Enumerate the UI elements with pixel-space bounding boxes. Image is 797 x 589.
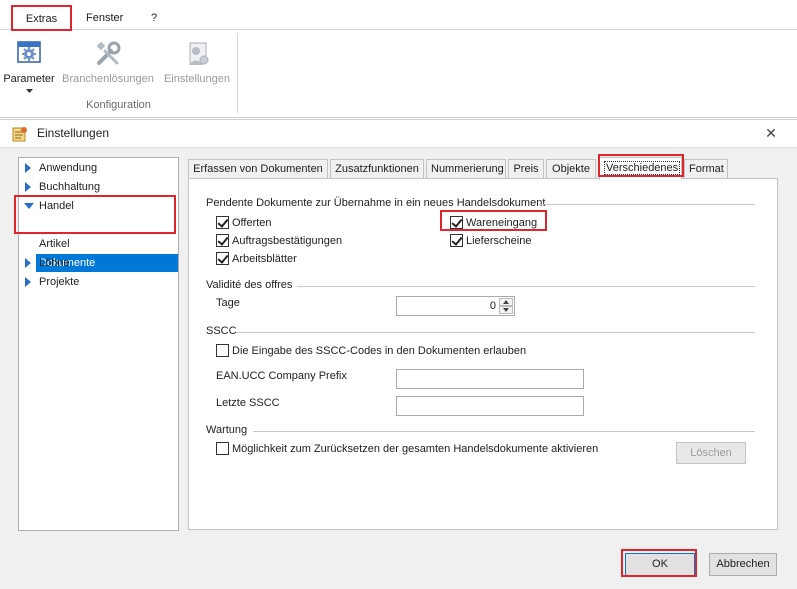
tab-zusatzfunktionen[interactable]: Zusatzfunktionen [330,159,424,179]
dialog-title: Einstellungen [37,126,110,140]
spin-up-icon[interactable] [499,298,513,306]
wartung-group-title: Wartung [206,424,248,436]
tree-item-projekte[interactable]: Projekte [19,273,178,291]
sscc-group-title: SSCC [206,325,237,337]
gear-window-icon [17,41,41,63]
pending-group-title: Pendente Dokumente zur Übernahme in ein … [206,197,546,209]
dialog-titlebar: Einstellungen ✕ [0,120,797,148]
tab-verschiedenes[interactable]: Verschiedenes [599,157,682,180]
tree-item-anwendung[interactable]: Anwendung [19,159,178,177]
prefix-input[interactable] [396,369,584,389]
ribbon: Parameter Branchenlösungen Einstellungen… [0,31,797,118]
tab-format[interactable]: Format [684,159,728,179]
tab-strip: Erfassen von Dokumenten Zusatzfunktionen… [188,157,778,180]
close-icon[interactable]: ✕ [762,124,780,142]
tab-erfassen[interactable]: Erfassen von Dokumenten [188,159,328,179]
tab-nummerierung[interactable]: Nummerierung [426,159,506,179]
last-sscc-input[interactable] [396,396,584,416]
tage-stepper[interactable]: 0 [396,296,515,316]
validity-group-title: Validité des offres [206,279,293,291]
chevron-down-icon [24,203,34,209]
last-sscc-label: Letzte SSCC [216,397,280,409]
menu-bar: Extras Fenster ? [0,0,797,30]
einstellungen-label: Einstellungen [163,73,231,85]
cancel-button[interactable]: Abbrechen [709,553,777,576]
loeschen-button[interactable]: Löschen [676,442,746,464]
settings-dialog: Einstellungen ✕ Anwendung Buchhaltung Ha… [0,119,797,589]
group-divider [539,204,755,205]
group-divider [297,286,755,287]
chevron-right-icon [25,182,31,192]
einstellungen-button[interactable]: Einstellungen [159,35,235,97]
branchenloesungen-button[interactable]: Branchenlösungen [58,35,158,97]
menu-extras[interactable]: Extras [12,6,71,30]
menu-help[interactable]: ? [143,6,165,30]
group-divider [253,431,755,432]
spin-down-icon[interactable] [499,306,513,314]
parameter-button[interactable]: Parameter [2,35,56,97]
tage-label: Tage [216,297,240,309]
menu-fenster[interactable]: Fenster [78,6,131,30]
chevron-right-icon [25,277,31,287]
branchenloesungen-label: Branchenlösungen [62,73,154,85]
tree-item-buchhaltung[interactable]: Buchhaltung [19,178,178,196]
settings-tree[interactable]: Anwendung Buchhaltung Handel Dokumente A… [18,157,179,531]
ok-button[interactable]: OK [625,553,695,576]
tab-panel-verschiedenes: Pendente Dokumente zur Übernahme in ein … [188,178,778,530]
group-label-konfiguration: Konfiguration [86,99,151,111]
settings-app-icon [12,127,27,142]
tree-item-loehne[interactable]: Löhne [19,254,178,272]
group-divider [236,332,755,333]
tree-item-artikel[interactable]: Artikel [39,235,159,253]
user-settings-icon [189,42,209,65]
group-separator [237,33,238,113]
chevron-right-icon [25,258,31,268]
parameter-label: Parameter [3,73,55,85]
prefix-label: EAN.UCC Company Prefix [216,370,347,382]
tab-preis[interactable]: Preis [508,159,544,179]
chevron-right-icon [25,163,31,173]
wrench-screwdriver-icon [96,41,121,65]
tree-item-handel[interactable]: Handel [19,197,178,215]
stepper-buttons[interactable] [499,298,513,314]
dropdown-arrow-icon [26,89,33,93]
tab-objekte[interactable]: Objekte [546,159,596,179]
